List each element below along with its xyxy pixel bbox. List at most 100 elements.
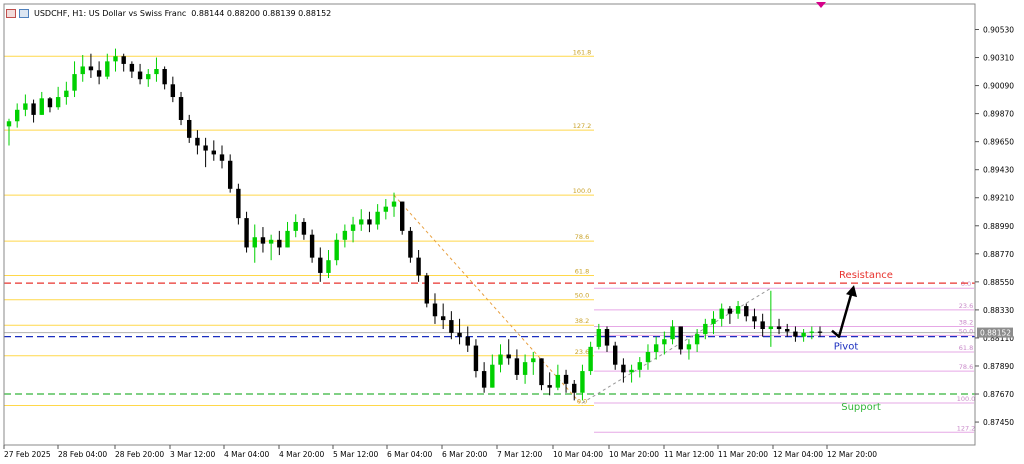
candle-body <box>768 326 774 330</box>
candles <box>6 48 823 401</box>
candle-body <box>47 98 53 108</box>
breakout-arrow <box>831 290 854 338</box>
candle-body <box>244 218 249 248</box>
candle-body <box>277 239 282 248</box>
candle-body <box>776 326 782 330</box>
y-tick-label: 0.89650 <box>983 138 1014 147</box>
x-tick-label: 27 Feb 2025 <box>4 450 51 459</box>
candle-body <box>400 201 405 231</box>
price-chart[interactable]: 161.8127.2100.078.661.850.038.223.60.00.… <box>0 0 1024 464</box>
candle-body <box>318 257 323 273</box>
right-fib-label: 61.8 <box>959 344 973 352</box>
candle-body <box>408 230 413 258</box>
candle-body <box>645 351 651 363</box>
candle-body <box>342 230 348 240</box>
retrace-trend-dash <box>582 287 772 404</box>
candle-body <box>252 237 257 248</box>
candle-body <box>801 332 806 337</box>
right-fib-label: 23.6 <box>959 302 973 310</box>
candle-body <box>637 362 642 370</box>
candle-body <box>670 326 675 340</box>
chart-window-icon[interactable] <box>6 8 16 18</box>
plot-frame <box>3 3 976 446</box>
candle-body <box>506 354 511 359</box>
x-tick-label: 11 Mar 20:00 <box>718 450 768 459</box>
candle-body <box>80 66 85 75</box>
x-tick-label: 4 Mar 20:00 <box>279 450 325 459</box>
y-tick-label: 0.89870 <box>983 110 1014 119</box>
candle-body <box>416 257 421 276</box>
candle-body <box>588 346 593 372</box>
candle-body <box>146 74 151 80</box>
candle-body <box>514 358 520 375</box>
candle-body <box>580 371 585 393</box>
candle-body <box>793 331 798 337</box>
x-tick-label: 12 Mar 20:00 <box>827 450 877 459</box>
annotations: Resistance Pivot Support <box>831 270 893 413</box>
left-fib-label: 78.6 <box>575 233 589 241</box>
symbol-icon[interactable] <box>19 8 29 18</box>
x-tick-label: 28 Feb 04:00 <box>58 450 107 459</box>
candle-body <box>383 206 389 212</box>
right-fib-label: 78.6 <box>959 363 973 371</box>
candle-body <box>178 97 184 120</box>
candle-body <box>457 332 462 337</box>
candle-body <box>162 69 167 85</box>
y-tick-label: 0.90530 <box>983 25 1014 34</box>
candle-body <box>531 358 536 363</box>
x-tick-label: 11 Mar 12:00 <box>664 450 714 459</box>
pivot-label: Pivot <box>834 342 859 353</box>
marker-triangle-icon <box>816 2 826 8</box>
chart-header: USDCHF, H1: US Dollar vs Swiss Franc 0.8… <box>6 6 331 20</box>
x-tick-label: 12 Mar 04:00 <box>773 450 823 459</box>
right-fib-label: 100.0 <box>957 395 976 403</box>
candle-body <box>367 219 372 225</box>
candle-body <box>187 119 192 138</box>
candle-body <box>268 239 274 244</box>
candle-body <box>6 121 12 127</box>
candle-body <box>260 237 266 244</box>
left-fib-label: 61.8 <box>575 267 589 275</box>
candle-body <box>113 56 118 62</box>
candle-body <box>662 339 667 345</box>
candle-body <box>686 344 692 350</box>
y-tick-label: 0.88550 <box>983 278 1014 287</box>
candle-body <box>23 103 28 110</box>
left-fib-label: 161.8 <box>573 48 592 56</box>
candle-body <box>555 374 561 388</box>
x-tick-label: 5 Mar 12:00 <box>333 450 379 459</box>
candle-body <box>293 221 298 231</box>
right-fib-label: 0.0 <box>961 280 971 288</box>
right-fib-label: 38.2 <box>959 318 973 326</box>
left-fib-label: 100.0 <box>573 187 592 195</box>
candle-body <box>653 344 659 352</box>
candle-body <box>121 56 126 64</box>
candle-body <box>809 331 815 333</box>
candle-body <box>465 336 470 346</box>
x-tick-label: 10 Mar 04:00 <box>553 450 603 459</box>
right-fib-label: 50.0 <box>959 327 973 335</box>
candle-body <box>678 326 683 350</box>
candle-body <box>817 331 823 333</box>
candle-body <box>563 374 569 384</box>
candle-body <box>170 84 176 98</box>
y-tick-label: 0.87670 <box>983 390 1014 399</box>
candle-body <box>449 320 454 333</box>
candle-body <box>432 303 438 317</box>
candle-body <box>203 145 208 151</box>
x-tick-label: 4 Mar 04:00 <box>224 450 270 459</box>
y-tick-label: 0.89430 <box>983 166 1014 175</box>
candle-body <box>64 90 69 98</box>
x-tick-label: 7 Mar 12:00 <box>497 450 543 459</box>
candle-body <box>350 224 356 231</box>
candle-body <box>154 69 159 75</box>
x-tick-label: 3 Mar 12:00 <box>170 450 216 459</box>
fib-trend-dash <box>393 194 583 406</box>
y-tick-label: 0.88330 <box>983 306 1014 315</box>
candle-body <box>727 308 733 314</box>
candle-body <box>760 321 765 330</box>
y-tick-label: 0.90090 <box>983 82 1014 91</box>
candle-body <box>490 364 495 388</box>
candle-body <box>539 358 544 386</box>
x-tick-label: 6 Mar 04:00 <box>387 450 433 459</box>
